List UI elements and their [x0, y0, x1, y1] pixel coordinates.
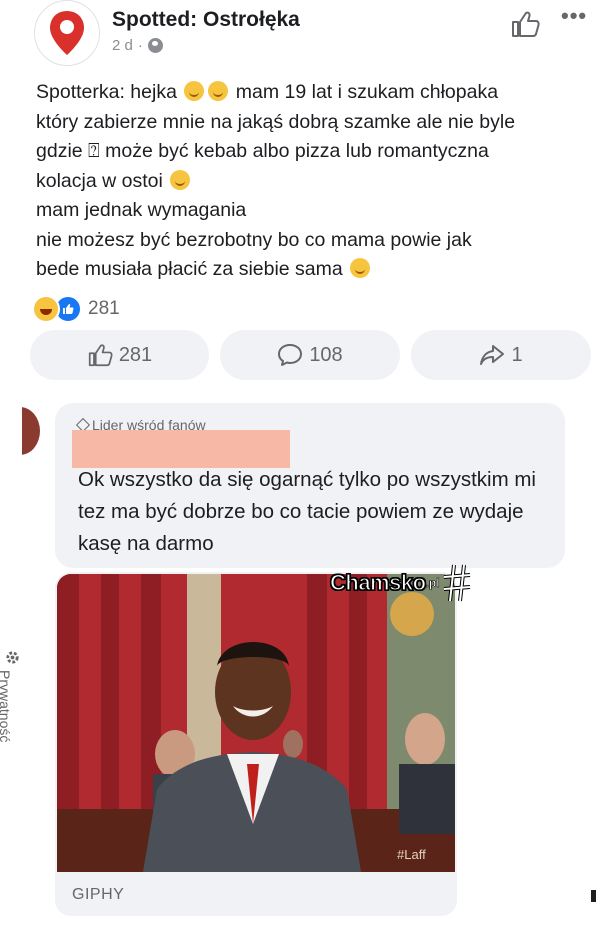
like-page-icon[interactable] [510, 10, 540, 38]
post-text-segment: bede musiała płacić za siebie sama [36, 258, 349, 280]
post-text-segment: Spotterka: hejka [36, 81, 183, 103]
like-button[interactable]: 281 [30, 330, 209, 380]
privacy-label: Prywatność [0, 670, 13, 743]
page-name[interactable]: Spotted: Ostrołęka [112, 8, 300, 32]
post-text-line: który zabierze mnie na jakąś dobrą szamk… [36, 108, 584, 138]
haha-reaction-icon [32, 295, 60, 323]
chamsko-watermark: Chamsko .pl [329, 563, 472, 603]
share-icon [480, 345, 505, 365]
watermark-name: Chamsko [329, 569, 426, 595]
giphy-label: GIPHY [72, 886, 125, 903]
commenter-avatar[interactable] [22, 407, 40, 455]
emoji-icon [208, 81, 229, 101]
emoji-icon [170, 169, 191, 190]
post-text-line: kolacja w ostoi [36, 167, 584, 197]
post-meta: 2 d · [112, 37, 163, 54]
comment-icon [278, 344, 303, 366]
page-avatar[interactable] [34, 0, 100, 66]
post-text-segment: nie możesz być bezrobotny bo co mama pow… [36, 228, 472, 251]
post-text: Spotterka: hejka mam 19 lat i szukam chł… [36, 78, 584, 285]
comment-text: Ok wszystko da się ogarnąć tylko po wszy… [78, 468, 536, 555]
watermark-tld: .pl [425, 576, 440, 591]
privacy-link[interactable]: Prywatność [0, 650, 34, 760]
post-text-segment: który zabierze mnie na jakąś dobrą szamk… [36, 110, 516, 133]
hash-logo-icon [443, 564, 470, 602]
emoji-icon [350, 258, 371, 278]
post-text-segment: gdzie ⍰ może być kebab albo pizza lub ro… [36, 140, 489, 162]
post-text-segment: mam 19 lat i szukam chłopaka [230, 81, 499, 103]
share-button[interactable]: 1 [411, 330, 591, 380]
share-count: 1 [511, 343, 523, 366]
post-text-segment: mam jednak wymagania [36, 199, 247, 221]
redacted-name [72, 430, 290, 468]
map-pin-icon [50, 11, 84, 55]
reaction-summary[interactable]: 281 [32, 295, 120, 323]
globe-icon [147, 38, 163, 53]
more-options-button[interactable]: ••• [561, 3, 587, 29]
post-text-line: nie możesz być bezrobotny bo co mama pow… [36, 226, 584, 256]
gif-image[interactable]: #Laff [57, 574, 455, 872]
post-text-line: mam jednak wymagania [36, 196, 584, 226]
emoji-icon [184, 81, 205, 101]
post-text-line: Spotterka: hejka mam 19 lat i szukam chł… [36, 78, 584, 108]
comment-button[interactable]: 108 [220, 330, 400, 380]
post-time[interactable]: 2 d [112, 37, 133, 54]
meta-separator: · [137, 37, 143, 54]
post-text-segment: kolacja w ostoi [36, 169, 169, 192]
comment-count: 108 [309, 343, 343, 366]
like-count: 281 [118, 343, 153, 366]
post-text-line: bede musiała płacić za siebie sama [36, 255, 584, 285]
reaction-count: 281 [88, 298, 120, 319]
corner-mark [591, 890, 596, 902]
post-text-line: gdzie ⍰ może być kebab albo pizza lub ro… [36, 137, 584, 167]
gear-icon [6, 651, 19, 664]
gif-caption: #Laff [397, 847, 426, 862]
thumbs-up-icon [88, 344, 113, 367]
